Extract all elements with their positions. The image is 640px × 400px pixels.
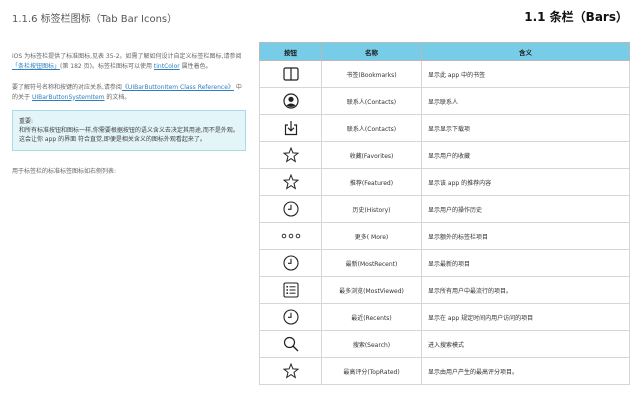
clock-icon: [282, 201, 299, 217]
icon-cell: [259, 168, 322, 196]
name-cell: 联系人(Contacts): [321, 114, 422, 142]
desc-cell: 显示用户的收藏: [421, 141, 630, 169]
table-row: 联系人(Contacts) 显示显示下载项: [259, 114, 630, 142]
desc-cell: 显示所有用户中最流行的项目。: [421, 276, 630, 304]
intro-column: iOS 为标签栏提供了标准图标,见表 35-2。如需了解如何设计自定义标签栏图标…: [12, 52, 246, 185]
name-cell: 收藏(Favorites): [321, 141, 422, 169]
star-icon: [282, 363, 299, 379]
intro-paragraph-2: 要了解符号名称和按键的对应关系,请参阅《UIBarButtonItem Clas…: [12, 83, 246, 102]
note-body: 和所有标准按钮和图标一样,你需要根据按钮的语义含义去决定其用途,而不是外观。这会…: [19, 127, 239, 143]
desc-cell: 显示联系人: [421, 87, 630, 115]
table-row: 最新(MostRecent) 显示最新的项目: [259, 249, 630, 277]
table-row: 联系人(Contacts) 显示联系人: [259, 87, 630, 115]
table-row: 更多( More) 显示额外的标签栏项目: [259, 222, 630, 250]
list-icon: [282, 282, 299, 298]
icon-cell: [259, 87, 322, 115]
icon-cell: [259, 249, 322, 277]
desc-cell: 显示额外的标签栏项目: [421, 222, 630, 250]
table-row: 推荐(Featured) 显示该 app 的推荐内容: [259, 168, 630, 196]
tab-bar-icons-table: 按钮 名称 含义 书签(Bookmarks) 显示此 app 中的书签 联系人(…: [259, 42, 630, 385]
table-row: 书签(Bookmarks) 显示此 app 中的书签: [259, 60, 630, 88]
intro-text: (第 182 页)。标签栏图标可以使用: [60, 62, 152, 70]
icon-cell: [259, 195, 322, 223]
icon-cell: [259, 303, 322, 331]
table-row: 收藏(Favorites) 显示用户的收藏: [259, 141, 630, 169]
more-icon: [281, 233, 300, 239]
desc-cell: 显示用户的操作历史: [421, 195, 630, 223]
note-title: 重要:: [19, 118, 34, 125]
desc-cell: 显示该 app 的推荐内容: [421, 168, 630, 196]
clock-icon: [282, 309, 299, 325]
intro-text: 的文档。: [106, 93, 131, 101]
contact-icon: [282, 93, 299, 109]
table-row: 最多浏览(MostViewed) 显示所有用户中最流行的项目。: [259, 276, 630, 304]
column-header-name: 名称: [321, 42, 422, 61]
download-icon: [284, 121, 297, 136]
icon-cell: [259, 60, 322, 88]
icon-cell: [259, 330, 322, 358]
intro-paragraph-3: 用于标签栏的标准标签图标如右侧列表:: [12, 168, 117, 175]
desc-cell: 显示显示下载项: [421, 114, 630, 142]
intro-text: 属性着色。: [181, 62, 212, 70]
icon-cell: [259, 276, 322, 304]
clock-icon: [282, 255, 299, 271]
intro-text: 要了解符号名称和按键的对应关系,请参阅: [12, 84, 122, 91]
tintcolor-link[interactable]: tintColor: [154, 63, 180, 70]
name-cell: 最多浏览(MostViewed): [321, 276, 422, 304]
icon-cell: [259, 222, 322, 250]
desc-cell: 显示最新的项目: [421, 249, 630, 277]
bar-button-icons-link[interactable]: 「条栏按钮图标」: [12, 63, 60, 70]
table-row: 最高评分(TopRated) 显示由用户产生的最高评分项目。: [259, 357, 630, 385]
name-cell: 书签(Bookmarks): [321, 60, 422, 88]
table-header-row: 按钮 名称 含义: [259, 42, 630, 61]
table-row: 最近(Recents) 显示在 app 规定时间内用户访问的项目: [259, 303, 630, 331]
class-reference-link[interactable]: 《UIBarButtonItem Class Reference》: [122, 84, 234, 91]
chapter-title: 1.1 条栏（Bars）: [524, 10, 628, 24]
icon-cell: [259, 357, 322, 385]
column-header-button: 按钮: [259, 42, 322, 61]
intro-paragraph-1: iOS 为标签栏提供了标准图标,见表 35-2。如需了解如何设计自定义标签栏图标…: [12, 52, 246, 71]
icon-cell: [259, 114, 322, 142]
name-cell: 最高评分(TopRated): [321, 357, 422, 385]
table-row: 历史(History) 显示用户的操作历史: [259, 195, 630, 223]
name-cell: 联系人(Contacts): [321, 87, 422, 115]
search-icon: [283, 336, 298, 352]
star-icon: [282, 147, 299, 163]
name-cell: 最近(Recents): [321, 303, 422, 331]
name-cell: 更多( More): [321, 222, 422, 250]
important-note: 重要: 和所有标准按钮和图标一样,你需要根据按钮的语义含义去决定其用途,而不是外…: [12, 110, 246, 151]
name-cell: 推荐(Featured): [321, 168, 422, 196]
system-item-link[interactable]: UIBarButtonSystemItem: [32, 94, 105, 101]
desc-cell: 进入搜索模式: [421, 330, 630, 358]
section-title: 1.1.6 标签栏图标（Tab Bar Icons）: [12, 14, 178, 25]
icon-cell: [259, 141, 322, 169]
star-icon: [282, 174, 299, 190]
desc-cell: 显示在 app 规定时间内用户访问的项目: [421, 303, 630, 331]
intro-text: iOS 为标签栏提供了标准图标,见表 35-2。如需了解如何设计自定义标签栏图标…: [12, 53, 242, 60]
table-row: 搜索(Search) 进入搜索模式: [259, 330, 630, 358]
column-header-meaning: 含义: [421, 42, 630, 61]
desc-cell: 显示由用户产生的最高评分项目。: [421, 357, 630, 385]
book-icon: [282, 67, 299, 81]
name-cell: 最新(MostRecent): [321, 249, 422, 277]
name-cell: 搜索(Search): [321, 330, 422, 358]
name-cell: 历史(History): [321, 195, 422, 223]
desc-cell: 显示此 app 中的书签: [421, 60, 630, 88]
